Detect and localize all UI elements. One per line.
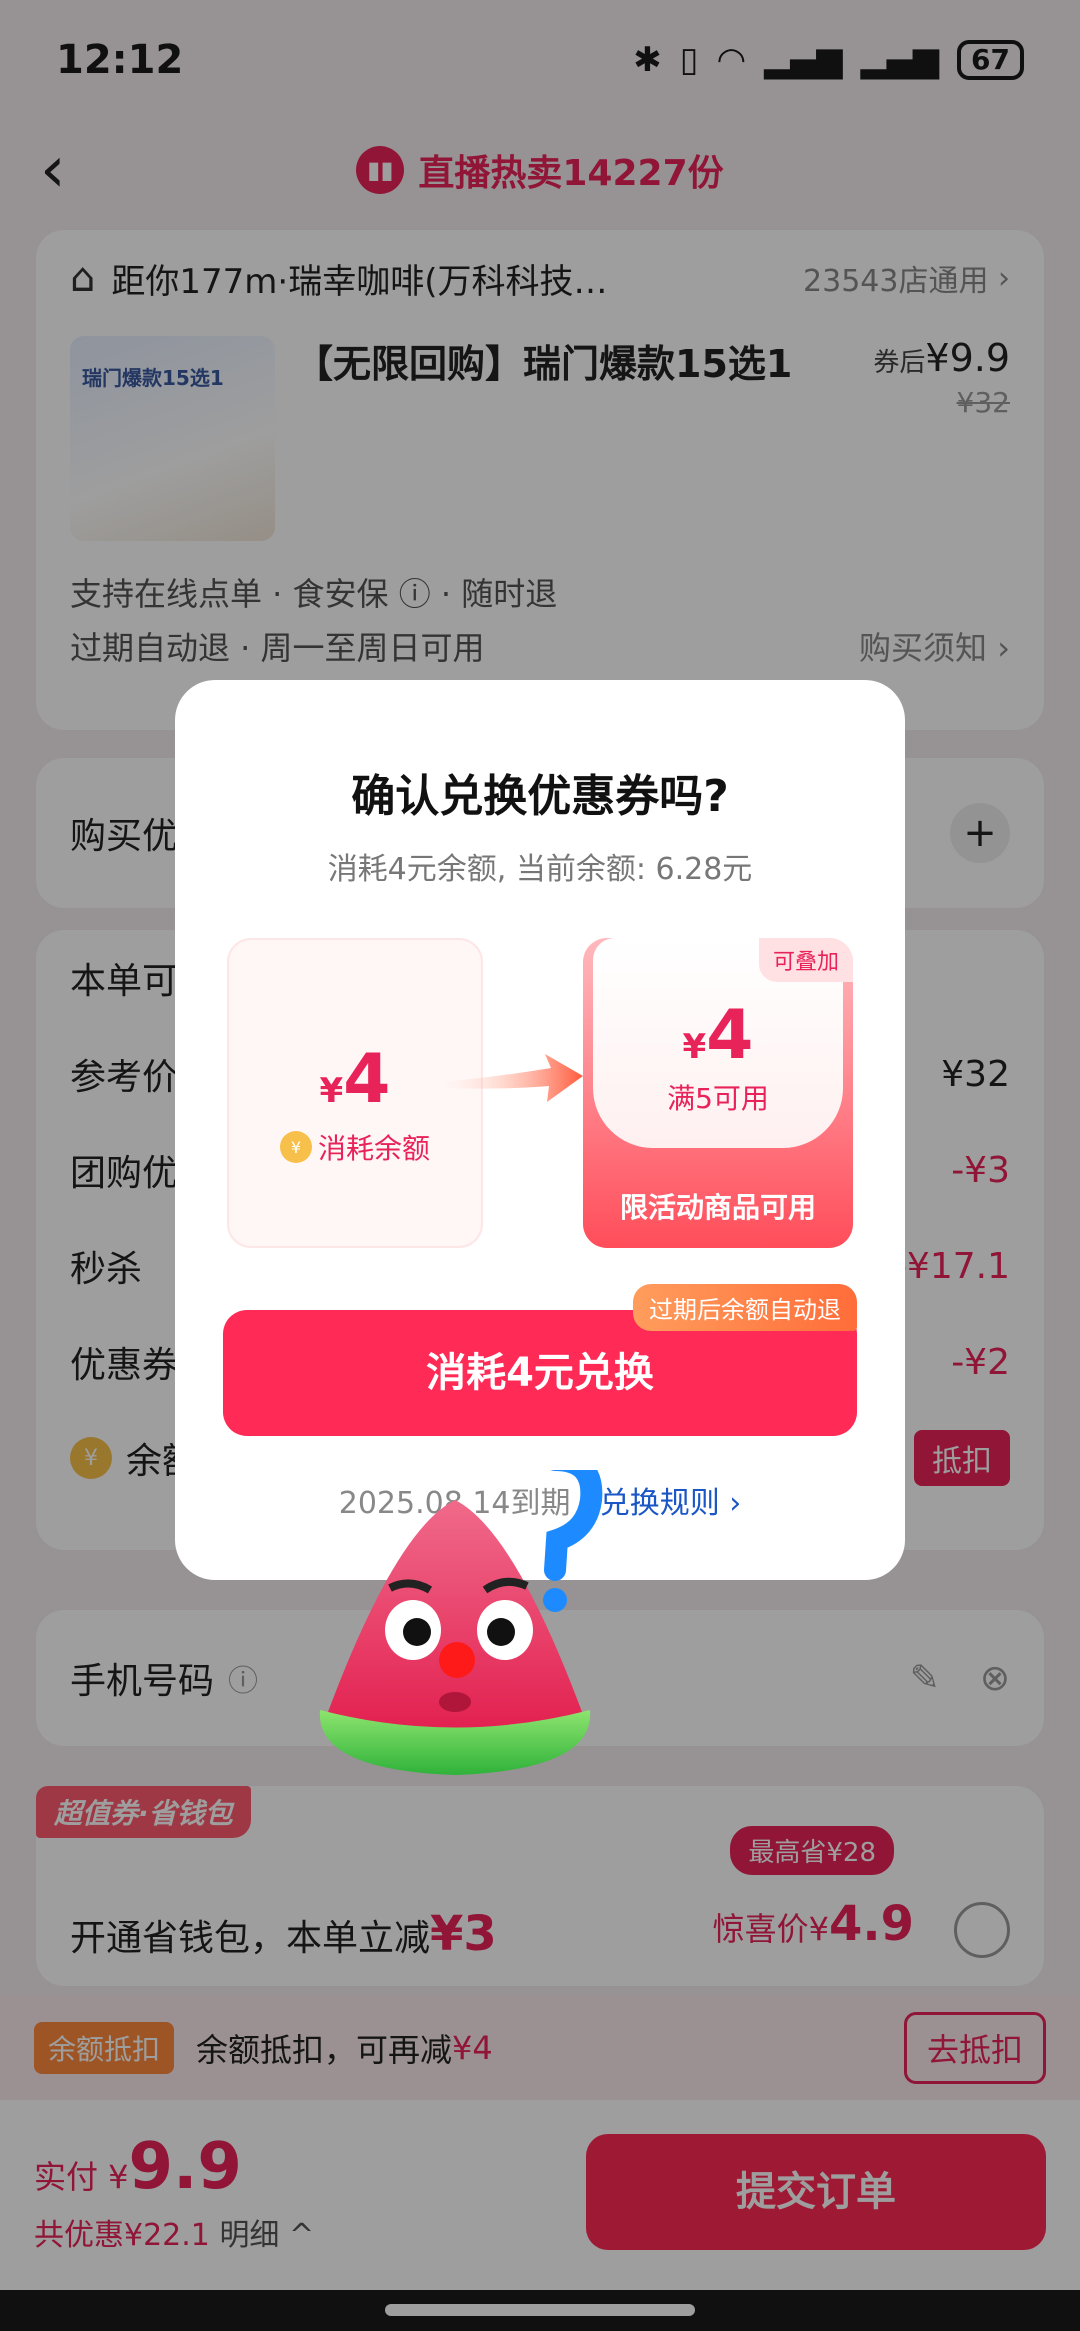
- coin-icon: ¥: [279, 1131, 312, 1163]
- dialog-subtitle: 消耗4元余额, 当前余额: 6.28元: [327, 852, 753, 887]
- balance-label-row: ¥ 消耗余额: [229, 1127, 481, 1167]
- dialog-title: 确认兑换优惠券吗?: [351, 771, 729, 822]
- coupon-condition: 满5可用: [667, 1082, 769, 1115]
- stackable-badge: 可叠加: [758, 938, 853, 982]
- auto-refund-tag: 过期后余额自动退: [633, 1284, 857, 1331]
- balance-amount-value: 4: [343, 1040, 391, 1119]
- coupon-amount-value: 4: [706, 996, 754, 1075]
- arrow-right-icon: [443, 1054, 583, 1102]
- coupon-scope: 限活动商品可用: [619, 1191, 816, 1224]
- watermelon-mascot-icon: [319, 1470, 603, 1775]
- coupon-amount: ¥4: [682, 996, 754, 1075]
- exchange-dialog: 确认兑换优惠券吗? 消耗4元余额, 当前余额: 6.28元 ¥4 ¥ 消耗余额 ¥…: [175, 680, 905, 1580]
- exchange-rules-link[interactable]: 兑换规则 ›: [600, 1486, 742, 1521]
- balance-card-label: 消耗余额: [317, 1132, 430, 1165]
- coupon-card: ¥4 满5可用 可叠加 限活动商品可用: [583, 938, 853, 1248]
